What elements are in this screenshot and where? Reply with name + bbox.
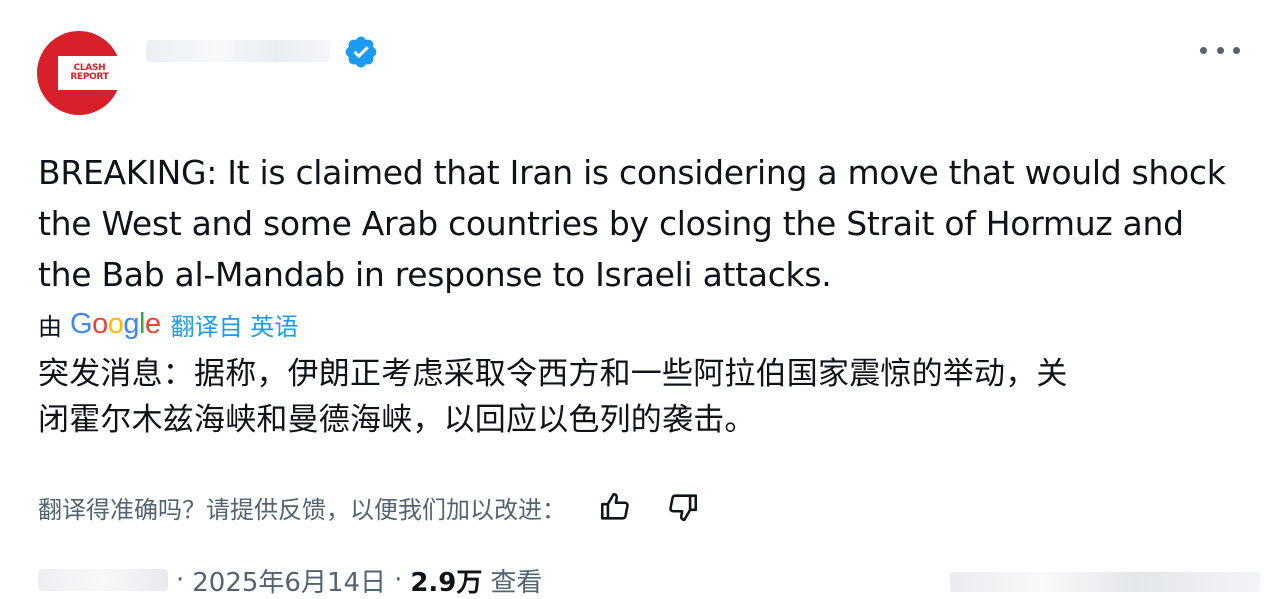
more-options-button[interactable] bbox=[1200, 38, 1240, 62]
verified-badge-icon bbox=[345, 36, 377, 68]
more-dot bbox=[1233, 46, 1240, 54]
feedback-prompt: 翻译得准确吗？请提供反馈，以便我们加以改进： bbox=[38, 495, 566, 524]
thumbs-up-icon bbox=[600, 492, 629, 520]
google-logo: Google bbox=[70, 307, 161, 340]
avatar-logo: CLASH REPORT bbox=[58, 56, 121, 90]
views-label: 查看 bbox=[490, 567, 543, 598]
translated-by-label: 由 bbox=[38, 312, 62, 341]
account-name-redacted[interactable] bbox=[146, 40, 330, 62]
translated-by-row: 由 Google 翻译自 英语 bbox=[38, 304, 298, 344]
translation-feedback: 翻译得准确吗？请提供反馈，以便我们加以改进： bbox=[38, 486, 702, 528]
translated-line: 闭霍尔木兹海峡和曼德海峡，以回应以色列的袭击。 bbox=[38, 402, 756, 438]
views-count: 2.9万 bbox=[410, 567, 483, 598]
tweet-line: BREAKING: It is claimed that Iran is con… bbox=[38, 153, 1226, 192]
meta-separator: · bbox=[394, 565, 403, 595]
thumbs-down-button[interactable] bbox=[664, 488, 702, 526]
more-dot bbox=[1200, 46, 1207, 54]
translated-line: 突发消息：据称，伊朗正考虑采取令西方和一些阿拉伯国家震惊的举动，关 bbox=[38, 356, 1068, 392]
post-time-redacted[interactable] bbox=[38, 569, 168, 591]
thumbs-up-button[interactable] bbox=[596, 488, 634, 526]
tweet-text: BREAKING: It is claimed that Iran is con… bbox=[38, 147, 1268, 300]
more-dot bbox=[1216, 46, 1224, 54]
redacted-watermark bbox=[950, 572, 1260, 592]
meta-separator: · bbox=[176, 565, 185, 595]
post-date[interactable]: 2025年6月14日 bbox=[192, 562, 386, 599]
translated-text: 突发消息：据称，伊朗正考虑采取令西方和一些阿拉伯国家震惊的举动，关 闭霍尔木兹海… bbox=[38, 351, 1268, 443]
tweet-line: the West and some Arab countries by clos… bbox=[38, 204, 1184, 243]
translated-from-link[interactable]: 翻译自 英语 bbox=[171, 307, 299, 342]
thumbs-down-icon bbox=[669, 494, 698, 522]
avatar[interactable]: CLASH REPORT bbox=[37, 31, 121, 115]
tweet-line: the Bab al-Mandab in response to Israeli… bbox=[38, 255, 832, 294]
avatar-logo-line2: REPORT bbox=[70, 72, 109, 82]
tweet-meta: · 2025年6月14日 · 2.9万 查看 bbox=[38, 562, 542, 598]
